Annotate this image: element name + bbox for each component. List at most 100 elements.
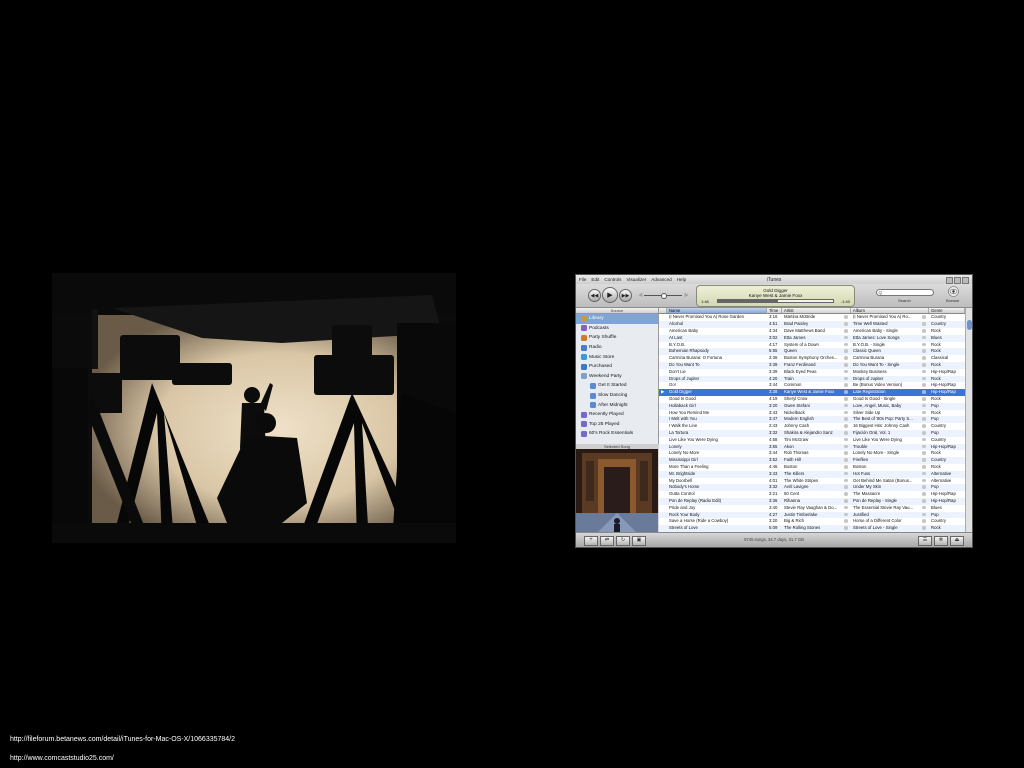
link-arrow-icon[interactable]: [922, 505, 926, 510]
source-caption-betanews[interactable]: http://fileforum.betanews.com/detail/iTu…: [10, 736, 235, 743]
link-arrow-icon[interactable]: [844, 410, 848, 415]
link-arrow-icon[interactable]: [844, 444, 848, 449]
column-time[interactable]: Time: [767, 308, 782, 314]
link-arrow-icon[interactable]: [844, 397, 848, 401]
visualizer-button[interactable]: ✻: [934, 536, 948, 546]
link-arrow-icon[interactable]: [844, 342, 848, 347]
track-row[interactable]: More Than a Feeling 4:46 Boston Boston Rock: [659, 464, 965, 471]
link-arrow-icon[interactable]: [922, 383, 926, 388]
track-row[interactable]: B.Y.O.B. 4:17 System of a Down B.Y.O.B. - S…: [659, 342, 965, 349]
volume-slider[interactable]: ◁ ▷: [639, 292, 688, 299]
link-arrow-icon[interactable]: [922, 458, 926, 462]
link-arrow-icon[interactable]: [844, 451, 848, 455]
link-arrow-icon[interactable]: [844, 349, 848, 354]
link-arrow-icon[interactable]: [922, 471, 926, 476]
track-row[interactable]: Save a Horse (Ride a Cowboy) 3:20 Big & Ri…: [659, 518, 965, 525]
source-item[interactable]: Weekend Party: [576, 372, 658, 382]
link-arrow-icon[interactable]: [922, 369, 926, 374]
link-arrow-icon[interactable]: [922, 417, 926, 421]
progress-bar[interactable]: [717, 298, 834, 303]
link-arrow-icon[interactable]: [922, 376, 926, 381]
source-item[interactable]: 60's Rock Essentials: [576, 429, 658, 439]
link-arrow-icon[interactable]: [922, 329, 926, 333]
link-arrow-icon[interactable]: [922, 512, 926, 517]
source-caption-comcaststudio[interactable]: http://www.comcaststudio25.com/: [10, 755, 114, 762]
track-row[interactable]: Alcohol 4:51 Brad Paisley Time Well Wasted C…: [659, 321, 965, 328]
track-list-scrollbar[interactable]: [965, 308, 972, 534]
track-row[interactable]: Mississippi Girl 3:52 Faith Hill Fireflies C…: [659, 457, 965, 464]
track-row[interactable]: Lonely 3:55 Akon Trouble Hip-Hop/Rap: [659, 443, 965, 451]
scrollbar-thumb[interactable]: [967, 320, 972, 330]
track-row[interactable]: At Last 3:02 Etta James Etta James: Love So…: [659, 334, 965, 342]
link-arrow-icon[interactable]: [844, 492, 848, 496]
link-arrow-icon[interactable]: [844, 512, 848, 517]
link-arrow-icon[interactable]: [844, 498, 848, 503]
link-arrow-icon[interactable]: [922, 526, 926, 530]
browse-eye-icon[interactable]: [948, 286, 959, 297]
volume-knob[interactable]: [661, 293, 667, 299]
link-arrow-icon[interactable]: [922, 492, 926, 496]
link-arrow-icon[interactable]: [922, 431, 926, 435]
link-arrow-icon[interactable]: [922, 485, 926, 489]
track-row[interactable]: I Melt with You 3:47 Modern English The Bes…: [659, 416, 965, 424]
column-artist[interactable]: Artist: [782, 308, 851, 314]
source-item[interactable]: Purchased: [576, 362, 658, 372]
source-item[interactable]: Library: [576, 314, 658, 324]
source-item[interactable]: Slow Dancing: [576, 391, 658, 401]
link-arrow-icon[interactable]: [844, 335, 848, 340]
link-arrow-icon[interactable]: [844, 485, 848, 489]
link-arrow-icon[interactable]: [844, 417, 848, 421]
track-row[interactable]: ▶ Gold Digger 3:28 Kanye West & Jamie Foxx L…: [659, 389, 965, 396]
link-arrow-icon[interactable]: [844, 315, 848, 320]
link-arrow-icon[interactable]: [922, 349, 926, 354]
link-arrow-icon[interactable]: [922, 451, 926, 455]
track-row[interactable]: Live Like You Were Dying 4:58 Tim McGraw Li…: [659, 437, 965, 444]
track-row[interactable]: Carmina Burana: O Fortuna 2:36 Boston Symp…: [659, 355, 965, 362]
link-arrow-icon[interactable]: [844, 464, 848, 469]
link-arrow-icon[interactable]: [922, 437, 926, 442]
source-item[interactable]: Party Shuffle: [576, 333, 658, 343]
column-album[interactable]: Album: [851, 308, 929, 314]
repeat-button[interactable]: ↻: [616, 536, 630, 546]
link-arrow-icon[interactable]: [844, 505, 848, 510]
link-arrow-icon[interactable]: [844, 526, 848, 530]
source-item[interactable]: Get It Started: [576, 381, 658, 391]
track-row[interactable]: (I Never Promised You A) Rose Garden 3:16…: [659, 314, 965, 321]
next-button[interactable]: ▶▶: [619, 289, 632, 302]
source-item[interactable]: Music Store: [576, 352, 658, 362]
link-arrow-icon[interactable]: [844, 403, 848, 408]
track-row[interactable]: Outta Control 3:21 50 Cent The Massacre Hip-…: [659, 491, 965, 498]
track-row[interactable]: I Walk the Line 2:43 Johnny Cash 16 Biggest…: [659, 423, 965, 430]
link-arrow-icon[interactable]: [922, 390, 926, 394]
track-row[interactable]: Drops of Jupiter 4:20 Train Drops of Jupite…: [659, 375, 965, 383]
link-arrow-icon[interactable]: [922, 498, 926, 503]
link-arrow-icon[interactable]: [922, 478, 926, 483]
close-button[interactable]: [962, 277, 969, 284]
link-arrow-icon[interactable]: [922, 315, 926, 320]
track-row[interactable]: Hollaback Girl 3:20 Gwen Stefani Love, Ange…: [659, 402, 965, 410]
source-item[interactable]: After Midnight: [576, 400, 658, 410]
link-arrow-icon[interactable]: [844, 322, 848, 326]
link-arrow-icon[interactable]: [844, 390, 848, 394]
source-item[interactable]: Radio: [576, 343, 658, 353]
link-arrow-icon[interactable]: [922, 356, 926, 360]
search-input[interactable]: Q: [876, 289, 934, 296]
link-arrow-icon[interactable]: [844, 383, 848, 388]
link-arrow-icon[interactable]: [922, 363, 926, 367]
track-row[interactable]: Pride and Joy 3:40 Stevie Ray Vaughan & Do…: [659, 505, 965, 512]
column-genre[interactable]: Genre: [929, 308, 965, 314]
column-name[interactable]: Name: [667, 308, 767, 314]
eject-button[interactable]: ⏏: [950, 536, 964, 546]
link-arrow-icon[interactable]: [844, 519, 848, 523]
link-arrow-icon[interactable]: [922, 397, 926, 401]
play-button[interactable]: ▶: [602, 287, 618, 303]
track-row[interactable]: Do You Want To 3:39 Franz Ferdinand Do You …: [659, 361, 965, 369]
link-arrow-icon[interactable]: [844, 431, 848, 435]
track-row[interactable]: Pon de Replay (Radio Edit) 3:36 Rihanna Pon…: [659, 497, 965, 505]
track-row[interactable]: Mr. Brightside 3:43 The Killers Hot Fuss Alt…: [659, 470, 965, 478]
track-row[interactable]: How You Remind Me 3:43 Nickelback Silver Si…: [659, 410, 965, 417]
link-arrow-icon[interactable]: [844, 458, 848, 462]
track-row[interactable]: Go! 3:44 Common Be (Bonus Video Version) Hip…: [659, 382, 965, 389]
link-arrow-icon[interactable]: [844, 363, 848, 367]
link-arrow-icon[interactable]: [922, 424, 926, 428]
